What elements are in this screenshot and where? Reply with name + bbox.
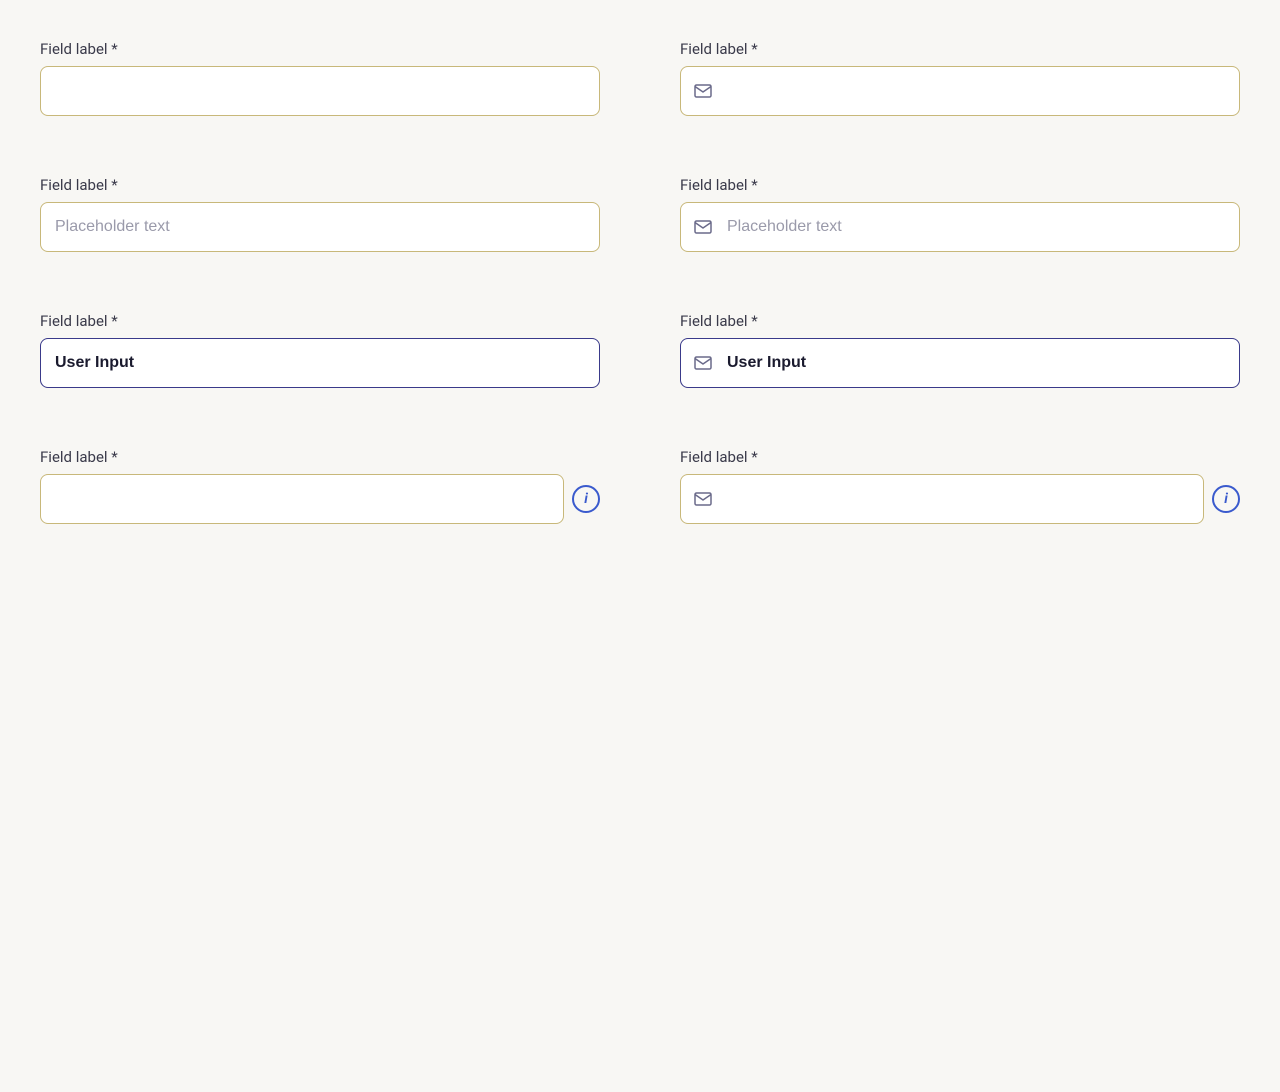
field-group-1-right: Field label * — [680, 40, 1240, 116]
email-input-2-right[interactable] — [680, 202, 1240, 252]
input-container-2-left — [40, 202, 600, 252]
field-label-1-right: Field label * — [680, 40, 1240, 58]
field-group-3-right: Field label * — [680, 312, 1240, 388]
input-container-1-right — [680, 66, 1240, 116]
field-label-2-right: Field label * — [680, 176, 1240, 194]
field-group-2-right: Field label * — [680, 176, 1240, 252]
field-label-1-left: Field label * — [40, 40, 600, 58]
field-group-1-left: Field label * — [40, 40, 600, 116]
email-input-3-right[interactable] — [680, 338, 1240, 388]
input-wrapper-3-left — [40, 338, 600, 388]
input-container-3-right — [680, 338, 1240, 388]
field-label-4-right: Field label * — [680, 448, 1240, 466]
input-container-2-right — [680, 202, 1240, 252]
input-container-3-left — [40, 338, 600, 388]
info-icon-4-left[interactable]: i — [572, 485, 600, 513]
email-input-1-right[interactable] — [680, 66, 1240, 116]
input-wrapper-2-left — [40, 202, 600, 252]
email-input-4-right[interactable] — [680, 474, 1204, 524]
form-grid: Field label * Field label * Field label — [40, 40, 1240, 524]
field-label-2-left: Field label * — [40, 176, 600, 194]
field-label-3-right: Field label * — [680, 312, 1240, 330]
field-label-3-left: Field label * — [40, 312, 600, 330]
input-container-1-left — [40, 66, 600, 116]
text-input-2-left[interactable] — [40, 202, 600, 252]
input-wrapper-1-right — [680, 66, 1240, 116]
field-group-3-left: Field label * — [40, 312, 600, 388]
input-container-4-left — [40, 474, 564, 524]
input-wrapper-1-left — [40, 66, 600, 116]
field-group-4-right: Field label * i — [680, 448, 1240, 524]
input-container-4-right — [680, 474, 1204, 524]
field-group-2-left: Field label * — [40, 176, 600, 252]
input-wrapper-2-right — [680, 202, 1240, 252]
text-input-4-left[interactable] — [40, 474, 564, 524]
field-group-4-left: Field label * i — [40, 448, 600, 524]
input-wrapper-4-right: i — [680, 474, 1240, 524]
input-wrapper-4-left: i — [40, 474, 600, 524]
text-input-3-left[interactable] — [40, 338, 600, 388]
text-input-1-left[interactable] — [40, 66, 600, 116]
field-label-4-left: Field label * — [40, 448, 600, 466]
input-wrapper-3-right — [680, 338, 1240, 388]
info-icon-4-right[interactable]: i — [1212, 485, 1240, 513]
